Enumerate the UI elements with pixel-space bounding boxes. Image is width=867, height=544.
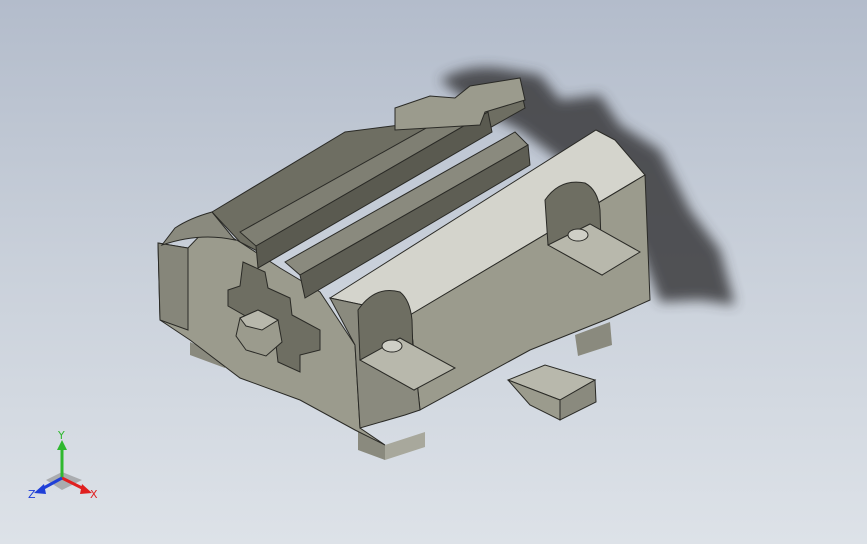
pin-near xyxy=(381,339,403,353)
z-arrow-icon xyxy=(34,484,46,494)
left-side-face xyxy=(157,242,189,331)
triad-base xyxy=(46,472,82,490)
pin-far xyxy=(567,228,589,242)
coordinate-triad: Y X Z xyxy=(26,428,106,508)
y-axis-label: Y xyxy=(57,429,65,442)
x-axis-label: X xyxy=(90,488,98,501)
foot-front xyxy=(358,430,385,460)
cad-viewport[interactable]: Y X Z xyxy=(0,0,867,544)
foot-front-top xyxy=(385,432,425,460)
triad-graphic: Y X Z xyxy=(28,429,98,501)
z-axis-label: Z xyxy=(28,488,36,501)
model-view[interactable] xyxy=(0,0,867,544)
